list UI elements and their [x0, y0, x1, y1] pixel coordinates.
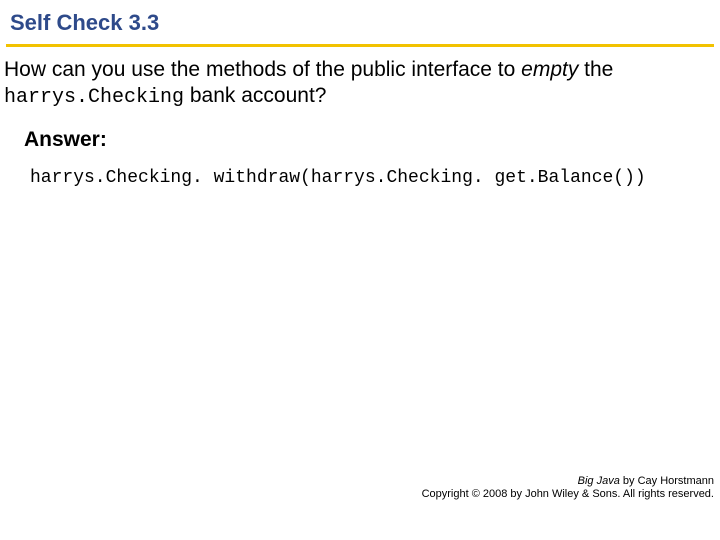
footer: Big Java by Cay Horstmann Copyright © 20… [422, 475, 714, 503]
question-part1: How can you use the methods of the publi… [4, 58, 521, 81]
question-emphasis: empty [521, 58, 578, 81]
footer-byline: by Cay Horstmann [620, 475, 714, 487]
question-code: harrys.Checking [4, 86, 184, 109]
footer-line1: Big Java by Cay Horstmann [422, 475, 714, 489]
footer-copyright: Copyright © 2008 by John Wiley & Sons. A… [422, 488, 714, 502]
slide-title: Self Check 3.3 [6, 8, 714, 42]
answer-label: Answer: [24, 128, 714, 152]
footer-book: Big Java [578, 475, 620, 487]
answer-code: harrys.Checking. withdraw(harrys.Checkin… [24, 168, 714, 188]
title-rule [6, 44, 714, 47]
question-text: How can you use the methods of the publi… [4, 57, 714, 110]
question-part3: bank account? [184, 84, 326, 107]
question-part2: the [578, 58, 613, 81]
slide: Self Check 3.3 How can you use the metho… [0, 0, 720, 540]
answer-block: Answer: harrys.Checking. withdraw(harrys… [6, 128, 714, 188]
